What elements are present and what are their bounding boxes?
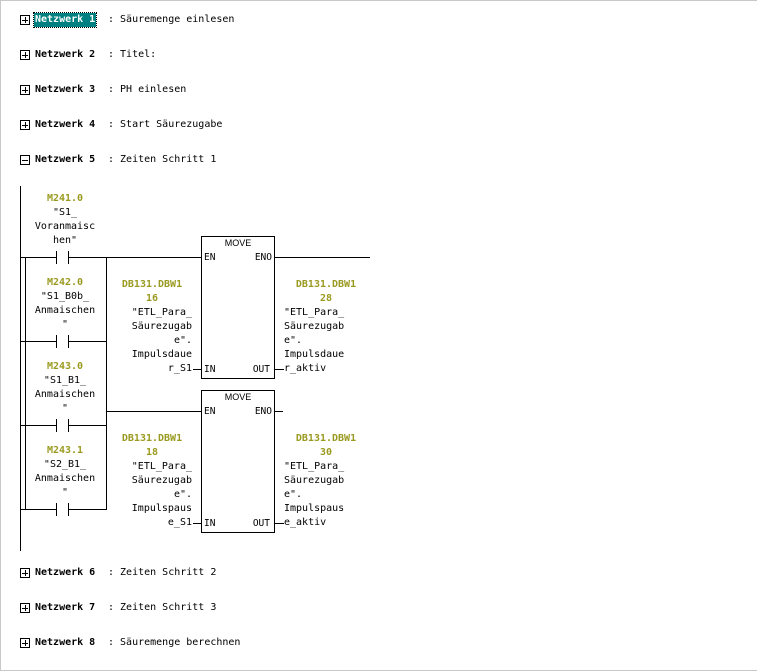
pin-en: EN [204,406,216,417]
out-parameter: DB131.DBW1 30 [295,433,357,458]
pin-out: OUT [252,364,270,375]
contact-label: M242.0 "S1_B0b_ Anmaischen " [34,277,96,330]
pin-in: IN [204,518,216,529]
pin-in: IN [204,364,216,375]
pin-eno: ENO [254,406,272,417]
in-parameter: DB131.DBW1 18 [121,433,183,458]
out-parameter-symbol: "ETL_Para_ Säurezugab e". Impulsdaue r_a… [284,307,345,374]
move-block[interactable]: MOVE EN ENO IN OUT [201,236,275,379]
in-parameter-symbol: "ETL_Para_ Säurezugab e". Impulspaus e_S… [131,461,192,528]
move-block[interactable]: MOVE EN ENO IN OUT [201,390,275,533]
contact-label: M243.1 "S2_B1_ Anmaischen " [34,445,96,498]
in-parameter-symbol: "ETL_Para_ Säurezugab e". Impulsdaue r_S… [131,307,192,374]
contact-label: M243.0 "S1_B1_ Anmaischen " [34,361,96,414]
out-parameter-symbol: "ETL_Para_ Säurezugab e". Impulspaus e_a… [284,461,345,528]
pin-eno: ENO [254,252,272,263]
pin-en: EN [204,252,216,263]
pin-out: OUT [252,518,270,529]
out-parameter: DB131.DBW1 28 [295,279,357,304]
contact-label: M241.0 "S1_ Voranmaisc hen" [34,193,96,246]
in-parameter: DB131.DBW1 16 [121,279,183,304]
